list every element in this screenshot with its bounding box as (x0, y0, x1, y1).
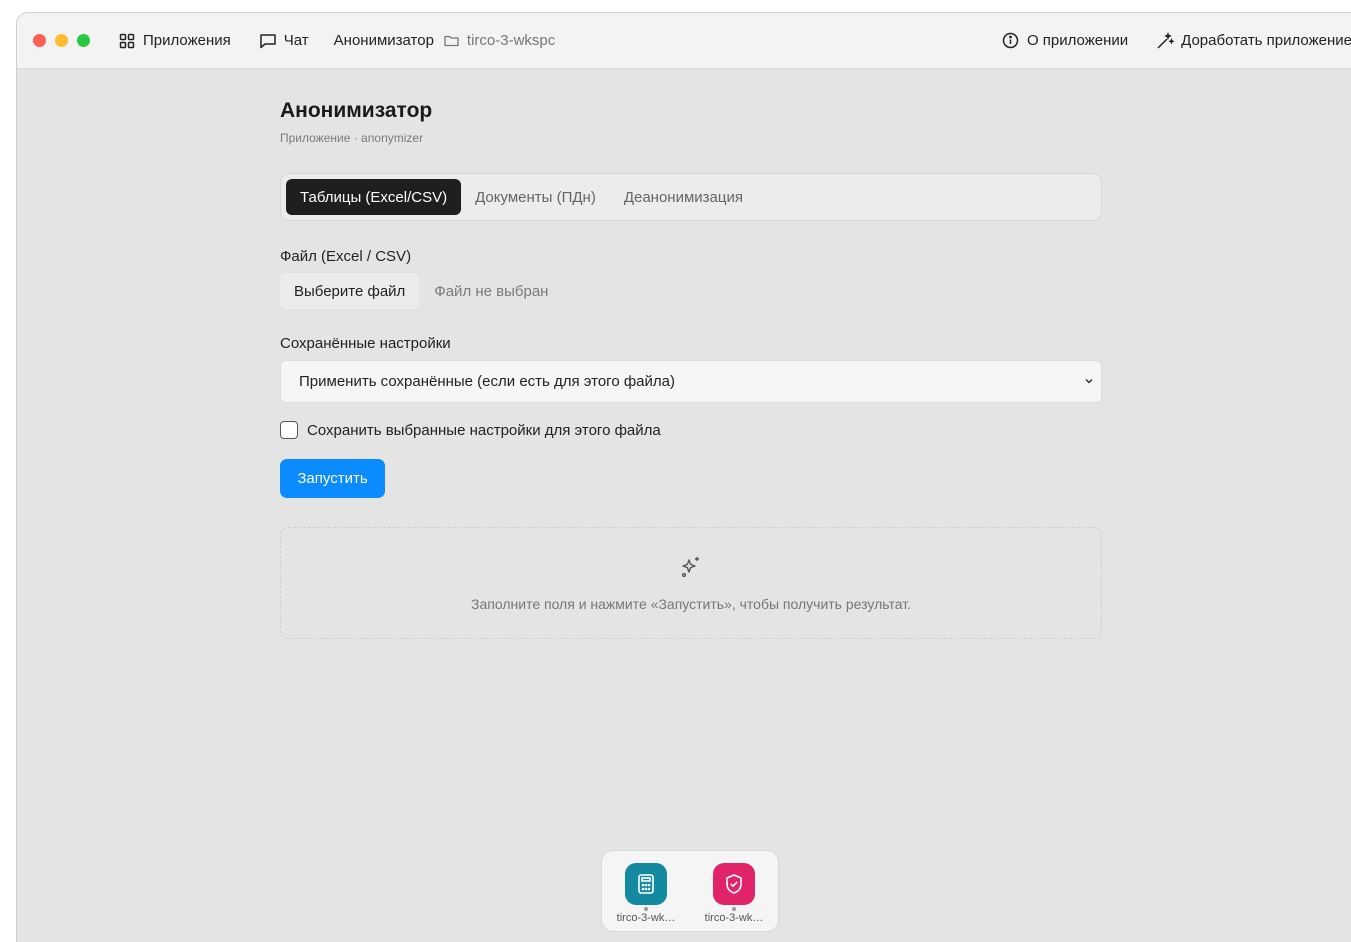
improve-app-label: Доработать приложение (1181, 32, 1351, 49)
file-field-label: Файл (Excel / CSV) (280, 248, 412, 265)
nav-apps-label: Приложения (143, 32, 231, 49)
current-app-title: Анонимизатор (333, 32, 434, 49)
close-window-button[interactable] (33, 34, 46, 47)
about-label: О приложении (1026, 32, 1129, 49)
app-window: Приложения Чат Анонимизатор tirco-3-wksp… (16, 12, 1351, 942)
folder-icon (443, 32, 461, 50)
nav-chat-label: Чат (283, 32, 309, 49)
running-indicator (732, 907, 736, 911)
choose-file-button[interactable]: Выберите файл (280, 273, 420, 309)
saved-settings-label: Сохранённые настройки (280, 335, 451, 352)
calculator-icon (625, 863, 667, 905)
dock-item-label: tirco-3-wk… (616, 912, 676, 924)
tab-tables[interactable]: Таблицы (Excel/CSV) (286, 179, 462, 215)
nav-chat[interactable]: Чат (259, 32, 309, 50)
main-content: Анонимизатор Приложение · anonymizer Таб… (280, 99, 1102, 639)
chat-bubble-icon (259, 32, 277, 50)
workspace-label: tirco-3-wkspc (466, 32, 556, 49)
dock-item-anonymizer[interactable]: tirco-3-wk… (695, 863, 773, 924)
improve-app-button[interactable]: Доработать приложение (1156, 31, 1351, 50)
zoom-window-button[interactable] (77, 34, 90, 47)
magic-wand-icon (1156, 31, 1175, 50)
result-placeholder-text: Заполните поля и нажмите «Запустить», чт… (471, 595, 911, 612)
save-settings-label: Сохранить выбранные настройки для этого … (307, 421, 661, 439)
dock-item-label: tirco-3-wk… (704, 912, 764, 924)
result-placeholder: Заполните поля и нажмите «Запустить», чт… (280, 527, 1102, 639)
titlebar-actions: О приложении Доработать приложение (1002, 31, 1351, 50)
save-settings-option[interactable]: Сохранить выбранные настройки для этого … (280, 421, 1102, 439)
shield-check-icon (713, 863, 755, 905)
run-button[interactable]: Запустить (280, 459, 385, 498)
running-indicator (644, 907, 648, 911)
about-button[interactable]: О приложении (1002, 32, 1128, 50)
window-controls (33, 34, 90, 47)
info-icon (1002, 32, 1020, 50)
saved-settings-select[interactable]: Применить сохранённые (если есть для это… (280, 360, 1102, 403)
file-status: Файл не выбран (434, 282, 549, 300)
titlebar: Приложения Чат Анонимизатор tirco-3-wksp… (17, 13, 1351, 69)
tab-documents[interactable]: Документы (ПДн) (461, 179, 610, 215)
app-dock: tirco-3-wk… tirco-3-wk… (601, 850, 779, 932)
tab-bar: Таблицы (Excel/CSV) Документы (ПДн) Деан… (280, 173, 1102, 221)
grid-icon (118, 32, 136, 50)
workspace-path[interactable]: tirco-3-wkspc (443, 32, 555, 50)
tab-deanonymization[interactable]: Деанонимизация (610, 179, 757, 215)
chevron-down-icon (1083, 374, 1095, 391)
minimize-window-button[interactable] (55, 34, 68, 47)
nav-apps[interactable]: Приложения (118, 32, 231, 50)
file-input: Выберите файл Файл не выбран (280, 273, 1102, 309)
sparkles-icon (679, 555, 703, 584)
save-settings-checkbox[interactable] (280, 421, 298, 439)
dock-item-calculator[interactable]: tirco-3-wk… (607, 863, 685, 924)
saved-settings-value: Применить сохранённые (если есть для это… (299, 373, 675, 390)
page-subtitle: Приложение · anonymizer (280, 131, 424, 145)
page-title: Анонимизатор (280, 99, 433, 122)
